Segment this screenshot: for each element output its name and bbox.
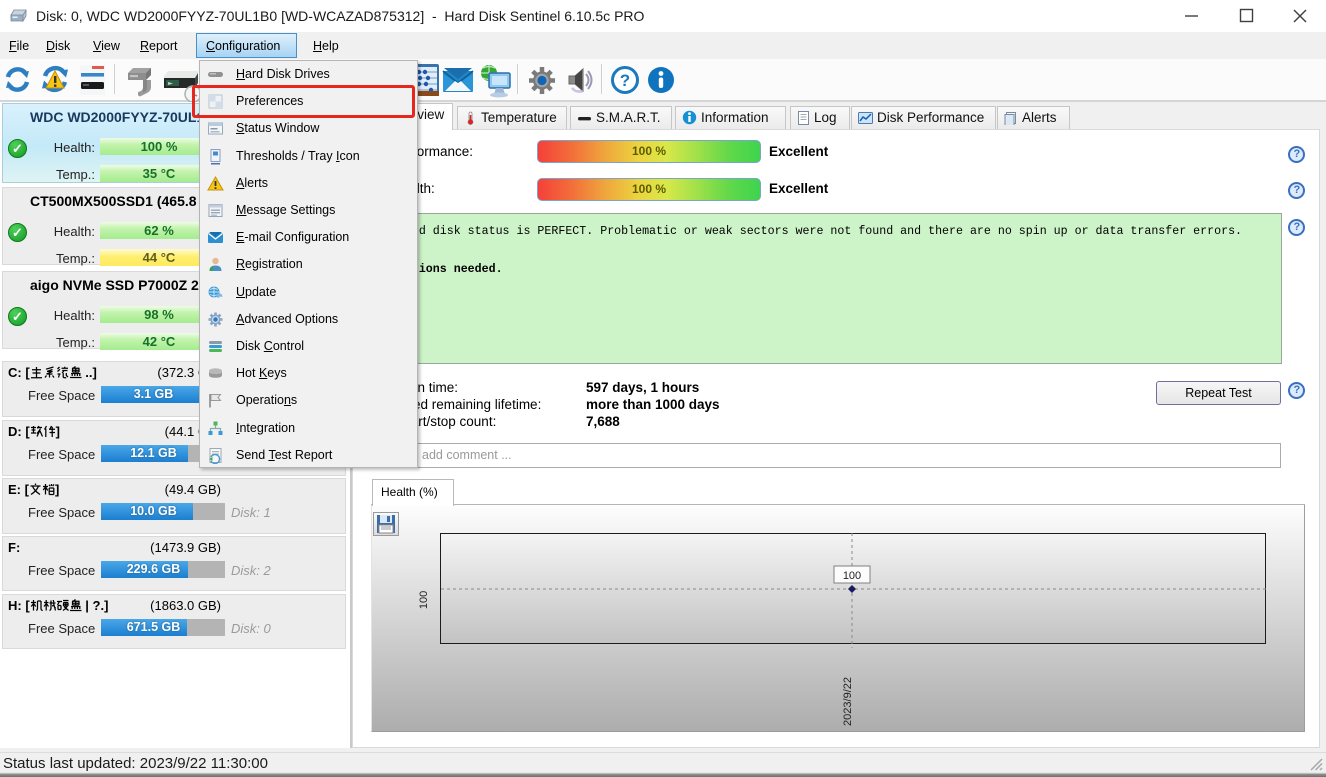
svg-text:100: 100 [843, 570, 861, 582]
svg-text:2023/9/22: 2023/9/22 [842, 677, 854, 726]
svg-text:100: 100 [418, 591, 430, 609]
